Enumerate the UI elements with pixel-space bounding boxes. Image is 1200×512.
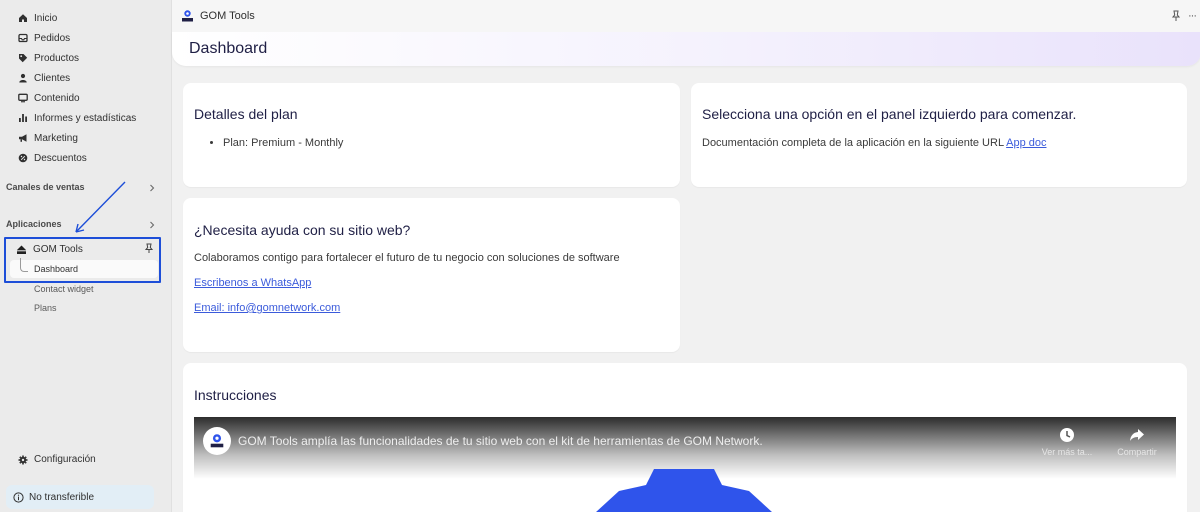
email-link[interactable]: Email: info@gomnetwork.com bbox=[194, 302, 340, 314]
sidebar-item-label: Inicio bbox=[34, 12, 58, 24]
sidebar-item-inicio[interactable]: Inicio bbox=[18, 10, 57, 26]
sidebar-item-label: Contenido bbox=[34, 92, 80, 104]
sidebar-item-label: Descuentos bbox=[34, 152, 87, 164]
sidebar-item-label: Productos bbox=[34, 52, 80, 64]
card-title: Detalles del plan bbox=[194, 106, 298, 122]
sidebar-subitem-contact-widget[interactable]: Contact widget bbox=[34, 284, 94, 294]
more-options-icon[interactable]: ··· bbox=[1188, 10, 1197, 22]
watch-later-button[interactable]: Ver más ta... bbox=[1039, 427, 1095, 457]
settings-label: Configuración bbox=[34, 454, 96, 465]
sidebar-app-gom-tools[interactable]: GOM Tools bbox=[16, 242, 83, 256]
gom-logo-icon bbox=[182, 10, 193, 22]
gear-icon bbox=[18, 455, 28, 464]
app-logo-icon bbox=[17, 245, 26, 254]
sidebar-item-productos[interactable]: Productos bbox=[18, 50, 79, 66]
share-arrow-icon bbox=[1130, 429, 1144, 441]
sidebar: Inicio Pedidos Productos Clientes Conten… bbox=[0, 0, 171, 512]
megaphone-icon bbox=[18, 133, 28, 143]
sidebar-item-marketing[interactable]: Marketing bbox=[18, 130, 78, 146]
tag-icon bbox=[18, 53, 28, 63]
channel-avatar[interactable] bbox=[203, 427, 231, 455]
apps-section[interactable]: Aplicaciones bbox=[6, 219, 62, 229]
sidebar-subitem-active-bg bbox=[10, 260, 158, 278]
page-header: Dashboard bbox=[172, 32, 1200, 66]
inbox-icon bbox=[18, 33, 28, 43]
sidebar-item-pedidos[interactable]: Pedidos bbox=[18, 30, 70, 46]
main-content: GOM Tools ··· Dashboard Detalles del pla… bbox=[171, 0, 1200, 512]
video-title[interactable]: GOM Tools amplía las funcionalidades de … bbox=[238, 434, 763, 448]
card-title: Instrucciones bbox=[194, 387, 277, 403]
card-title: Selecciona una opción en el panel izquie… bbox=[702, 106, 1077, 122]
nontransferable-label: No transferible bbox=[29, 491, 95, 503]
plan-line: Plan: Premium - Monthly bbox=[223, 137, 343, 149]
plan-list: Plan: Premium - Monthly bbox=[223, 137, 343, 149]
tree-connector bbox=[20, 258, 28, 272]
doc-line: Documentación completa de la aplicación … bbox=[702, 137, 1047, 149]
sidebar-item-label: Informes y estadísticas bbox=[34, 112, 137, 124]
sidebar-item-configuracion[interactable]: Configuración bbox=[18, 454, 96, 465]
app-name: GOM Tools bbox=[33, 243, 83, 255]
gom-logo-icon bbox=[210, 434, 224, 448]
app-topbar: GOM Tools ··· bbox=[172, 0, 1200, 32]
nontransferable-badge: No transferible bbox=[6, 485, 154, 509]
sidebar-item-clientes[interactable]: Clientes bbox=[18, 70, 70, 86]
app-title: GOM Tools bbox=[200, 10, 255, 22]
monitor-icon bbox=[18, 93, 28, 103]
sidebar-item-contenido[interactable]: Contenido bbox=[18, 90, 80, 106]
doc-text: Documentación completa de la aplicación … bbox=[702, 137, 1004, 149]
gear-graphic bbox=[596, 469, 772, 512]
sidebar-subitem-dashboard[interactable]: Dashboard bbox=[34, 264, 78, 274]
help-body: Colaboramos contigo para fortalecer el f… bbox=[194, 252, 620, 264]
video-player[interactable]: GOM Tools amplía las funcionalidades de … bbox=[194, 417, 1176, 512]
bar-chart-icon bbox=[18, 113, 28, 123]
sidebar-subitem-plans[interactable]: Plans bbox=[34, 303, 57, 313]
chevron-right-icon[interactable] bbox=[148, 221, 156, 229]
page-title: Dashboard bbox=[189, 40, 268, 57]
share-button[interactable]: Compartir bbox=[1109, 427, 1165, 457]
sidebar-item-label: Marketing bbox=[34, 132, 78, 144]
person-icon bbox=[18, 73, 28, 83]
discount-icon bbox=[18, 153, 28, 163]
select-option-card: Selecciona una opción en el panel izquie… bbox=[691, 83, 1187, 187]
pin-icon[interactable] bbox=[144, 243, 154, 254]
whatsapp-link[interactable]: Escribenos a WhatsApp bbox=[194, 277, 311, 289]
share-label: Compartir bbox=[1117, 447, 1157, 457]
pin-icon[interactable] bbox=[1171, 10, 1181, 22]
watch-later-label: Ver más ta... bbox=[1041, 447, 1093, 457]
help-card: ¿Necesita ayuda con su sitio web? Colabo… bbox=[183, 198, 680, 352]
sidebar-item-descuentos[interactable]: Descuentos bbox=[18, 150, 87, 166]
home-icon bbox=[18, 13, 28, 23]
info-icon bbox=[13, 491, 24, 503]
chevron-right-icon[interactable] bbox=[148, 184, 156, 192]
annotation-arrow bbox=[75, 181, 126, 233]
instructions-card: Instrucciones GOM Tools amplía las funci… bbox=[183, 363, 1187, 512]
app-doc-link[interactable]: App doc bbox=[1006, 137, 1046, 149]
plan-details-card: Detalles del plan Plan: Premium - Monthl… bbox=[183, 83, 680, 187]
sidebar-item-label: Clientes bbox=[34, 72, 71, 84]
sidebar-item-label: Pedidos bbox=[34, 32, 71, 44]
card-title: ¿Necesita ayuda con su sitio web? bbox=[194, 222, 411, 238]
clock-icon bbox=[1060, 428, 1074, 442]
sidebar-item-informes[interactable]: Informes y estadísticas bbox=[18, 110, 136, 126]
